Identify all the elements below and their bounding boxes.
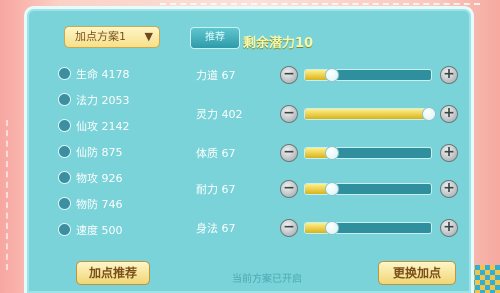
physical-attack-icon: [58, 171, 71, 184]
immortal-defense-icon: [58, 145, 71, 158]
plan-dropdown[interactable]: 加点方案1 ▼: [64, 26, 160, 48]
slider-track-agility[interactable]: [304, 222, 432, 234]
change-points-button[interactable]: 更换加点: [378, 261, 456, 285]
minus-button-strength[interactable]: −: [280, 66, 298, 84]
stat-immortal-defense: 仙防 875: [58, 144, 123, 162]
recommend-tab[interactable]: 推荐: [190, 27, 240, 49]
attr-label-strength: 力道 67: [196, 69, 236, 82]
plan-dropdown-label: 加点方案1: [75, 30, 126, 43]
minus-button-agility[interactable]: −: [280, 219, 298, 237]
physical-defense-icon: [58, 197, 71, 210]
minus-button-constitution[interactable]: −: [280, 144, 298, 162]
stat-immortal-attack: 仙攻 2142: [58, 118, 130, 136]
stat-physical-attack: 物攻 926: [58, 170, 123, 188]
plus-button-spirit[interactable]: +: [440, 105, 458, 123]
plus-button-strength[interactable]: +: [440, 66, 458, 84]
status-text: 当前方案已开启: [232, 274, 302, 285]
immortal-attack-icon: [58, 119, 71, 132]
chevron-down-icon: ▼: [144, 30, 153, 43]
plus-button-constitution[interactable]: +: [440, 144, 458, 162]
stat-life: 生命 4178: [58, 66, 130, 84]
slider-handle-constitution[interactable]: [325, 146, 339, 160]
slider-handle-endurance[interactable]: [325, 182, 339, 196]
slider-track-strength[interactable]: [304, 69, 432, 81]
stat-physical-defense: 物防 746: [58, 196, 123, 214]
attr-label-agility: 身法 67: [196, 222, 236, 235]
recommend-tab-label: 推荐: [205, 32, 225, 43]
attr-label-constitution: 体质 67: [196, 147, 236, 160]
attr-label-endurance: 耐力 67: [196, 183, 236, 196]
minus-button-spirit[interactable]: −: [280, 105, 298, 123]
slider-handle-agility[interactable]: [325, 221, 339, 235]
stat-mana: 法力 2053: [58, 92, 130, 110]
plus-button-agility[interactable]: +: [440, 219, 458, 237]
slider-handle-spirit[interactable]: [422, 107, 436, 121]
slider-track-endurance[interactable]: [304, 183, 432, 195]
life-icon: [58, 67, 71, 80]
decorative-dashed-line-left: [6, 120, 8, 270]
slider-fill-spirit: [305, 109, 431, 119]
mana-icon: [58, 93, 71, 106]
speed-icon: [58, 223, 71, 236]
decorative-dashed-line-top: [160, 3, 480, 5]
remaining-points: 剩余潜力10: [243, 36, 314, 51]
slider-track-spirit[interactable]: [304, 108, 432, 120]
plus-button-endurance[interactable]: +: [440, 180, 458, 198]
minus-button-endurance[interactable]: −: [280, 180, 298, 198]
stat-speed: 速度 500: [58, 222, 123, 240]
attr-label-spirit: 灵力 402: [196, 108, 243, 121]
slider-handle-strength[interactable]: [325, 68, 339, 82]
recommend-points-button[interactable]: 加点推荐: [76, 261, 150, 285]
slider-track-constitution[interactable]: [304, 147, 432, 159]
